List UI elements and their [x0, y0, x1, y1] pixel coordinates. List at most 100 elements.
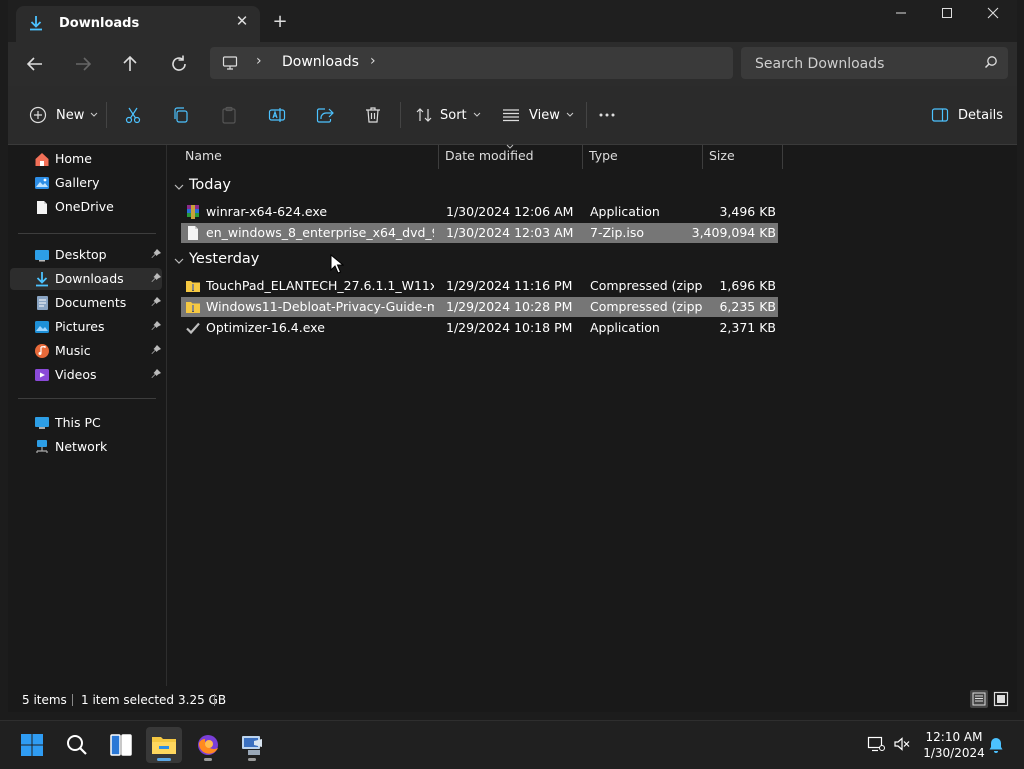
start-icon [21, 734, 43, 756]
new-tab-button[interactable]: + [270, 12, 290, 32]
forward-arrow-icon[interactable] [71, 52, 95, 76]
close-tab-icon[interactable]: ✕ [234, 12, 250, 32]
file-row[interactable]: Optimizer-16.4.exe 1/29/2024 10:18 PM Ap… [181, 318, 778, 338]
network-status-icon[interactable] [867, 736, 885, 752]
sidebar-item-label: Desktop [55, 247, 107, 262]
maximize-button[interactable] [924, 0, 970, 32]
chevron-right-icon[interactable]: › [370, 53, 376, 69]
details-view-icon[interactable] [970, 690, 988, 708]
sidebar-item-downloads[interactable]: Downloads [10, 268, 162, 290]
navigation-pane: Home Gallery OneDrive Desktop Downloads … [8, 145, 166, 686]
pin-icon[interactable] [150, 248, 162, 260]
sidebar-item-this-pc[interactable]: This PC [10, 412, 162, 434]
sidebar-item-label: Documents [55, 295, 127, 310]
column-header-name[interactable]: Name [178, 145, 438, 169]
column-header-type[interactable]: Type [582, 145, 702, 169]
sidebar-item-home[interactable]: Home [10, 148, 162, 170]
breadcrumb-downloads[interactable]: Downloads [282, 54, 359, 70]
winrar-icon [187, 205, 199, 219]
chevron-right-icon[interactable]: › [256, 53, 262, 69]
refresh-icon[interactable] [167, 52, 191, 76]
view-button[interactable]: View [501, 100, 574, 130]
sidebar-item-pictures[interactable]: Pictures [10, 316, 162, 338]
taskbar-search-button[interactable] [59, 727, 95, 763]
file-row[interactable]: TouchPad_ELANTECH_27.6.1.1_W11x64_... 1/… [181, 276, 778, 296]
taskbar-file-explorer[interactable] [146, 727, 182, 763]
taskbar-firefox[interactable] [190, 727, 226, 763]
tab-downloads[interactable]: Downloads ✕ [16, 6, 260, 42]
sidebar-item-videos[interactable]: Videos [10, 364, 162, 386]
details-label: Details [958, 107, 1004, 123]
back-arrow-icon[interactable] [23, 52, 47, 76]
maximize-icon [942, 8, 952, 18]
search-icon[interactable] [984, 55, 998, 69]
widgets-icon [110, 734, 132, 756]
pin-icon[interactable] [150, 344, 162, 356]
pin-icon[interactable] [150, 296, 162, 308]
sidebar-item-documents[interactable]: Documents [10, 292, 162, 314]
network-icon [36, 440, 48, 453]
title-bar: Downloads ✕ + [8, 0, 1017, 48]
file-row[interactable]: winrar-x64-624.exe 1/30/2024 12:06 AM Ap… [181, 202, 778, 222]
search-box[interactable] [741, 47, 1008, 79]
pictures-icon [35, 321, 49, 333]
clock-date: 1/30/2024 [923, 746, 985, 760]
column-header-size[interactable]: Size [702, 145, 782, 169]
status-divider [72, 694, 73, 706]
clipboard-icon [222, 106, 236, 124]
checkmark-icon [186, 322, 200, 335]
this-pc-icon [222, 56, 238, 70]
sidebar-item-label: Music [55, 343, 91, 358]
file-row[interactable]: en_windows_8_enterprise_x64_dvd_91752...… [181, 223, 778, 243]
column-header-date-modified[interactable]: Date modified [438, 144, 582, 169]
status-bar: 5 items 1 item selected 3.25 GB [8, 686, 1017, 712]
search-input[interactable] [753, 52, 977, 76]
system-clock[interactable]: 12:10 AM 1/30/2024 [918, 729, 990, 761]
notification-bell-icon[interactable] [988, 736, 1004, 754]
up-arrow-icon[interactable] [118, 52, 142, 76]
sidebar-item-label: Pictures [55, 319, 105, 334]
sidebar-divider [18, 233, 156, 234]
delete-button[interactable] [363, 100, 383, 130]
details-pane-button[interactable]: Details [930, 100, 1003, 130]
pin-icon[interactable] [150, 368, 162, 380]
chevron-down-icon [91, 112, 98, 117]
rename-button[interactable] [267, 100, 287, 130]
close-button[interactable] [970, 0, 1016, 32]
search-icon [67, 735, 87, 755]
active-indicator [157, 758, 171, 761]
navigation-bar: › Downloads › [8, 42, 1017, 86]
videos-icon [35, 369, 49, 381]
pin-icon[interactable] [150, 320, 162, 332]
minimize-button[interactable] [878, 0, 924, 32]
address-bar[interactable]: › Downloads › [210, 47, 733, 79]
more-options-button[interactable] [597, 100, 617, 130]
column-divider[interactable] [782, 145, 783, 169]
sidebar-item-gallery[interactable]: Gallery [10, 172, 162, 194]
sidebar-item-music[interactable]: Music [10, 340, 162, 362]
sidebar-item-onedrive[interactable]: OneDrive [10, 196, 162, 218]
sidebar-item-label: Gallery [55, 175, 100, 190]
large-icons-view-icon[interactable] [992, 690, 1010, 708]
taskbar-remote-desktop[interactable] [234, 727, 270, 763]
file-row[interactable]: Windows11-Debloat-Privacy-Guide-mai... 1… [181, 297, 778, 317]
paste-button[interactable] [219, 100, 239, 130]
new-button[interactable]: New [28, 100, 98, 130]
trash-icon [366, 107, 380, 123]
volume-muted-icon[interactable] [893, 736, 911, 752]
pin-icon[interactable] [150, 272, 162, 284]
widgets-button[interactable] [103, 727, 139, 763]
status-divider [214, 694, 215, 706]
cut-button[interactable] [123, 100, 143, 130]
file-list: Name Date modified Type Size Today winra… [167, 144, 1017, 686]
desktop-icon [35, 250, 49, 262]
sidebar-item-network[interactable]: Network [10, 436, 162, 458]
plus-circle-icon [29, 106, 47, 124]
sort-button[interactable]: Sort [414, 100, 481, 130]
share-button[interactable] [315, 100, 335, 130]
copy-button[interactable] [171, 100, 191, 130]
sidebar-item-desktop[interactable]: Desktop [10, 244, 162, 266]
file-icon [188, 226, 198, 240]
start-button[interactable] [14, 727, 50, 763]
sidebar-item-label: Network [55, 439, 108, 454]
